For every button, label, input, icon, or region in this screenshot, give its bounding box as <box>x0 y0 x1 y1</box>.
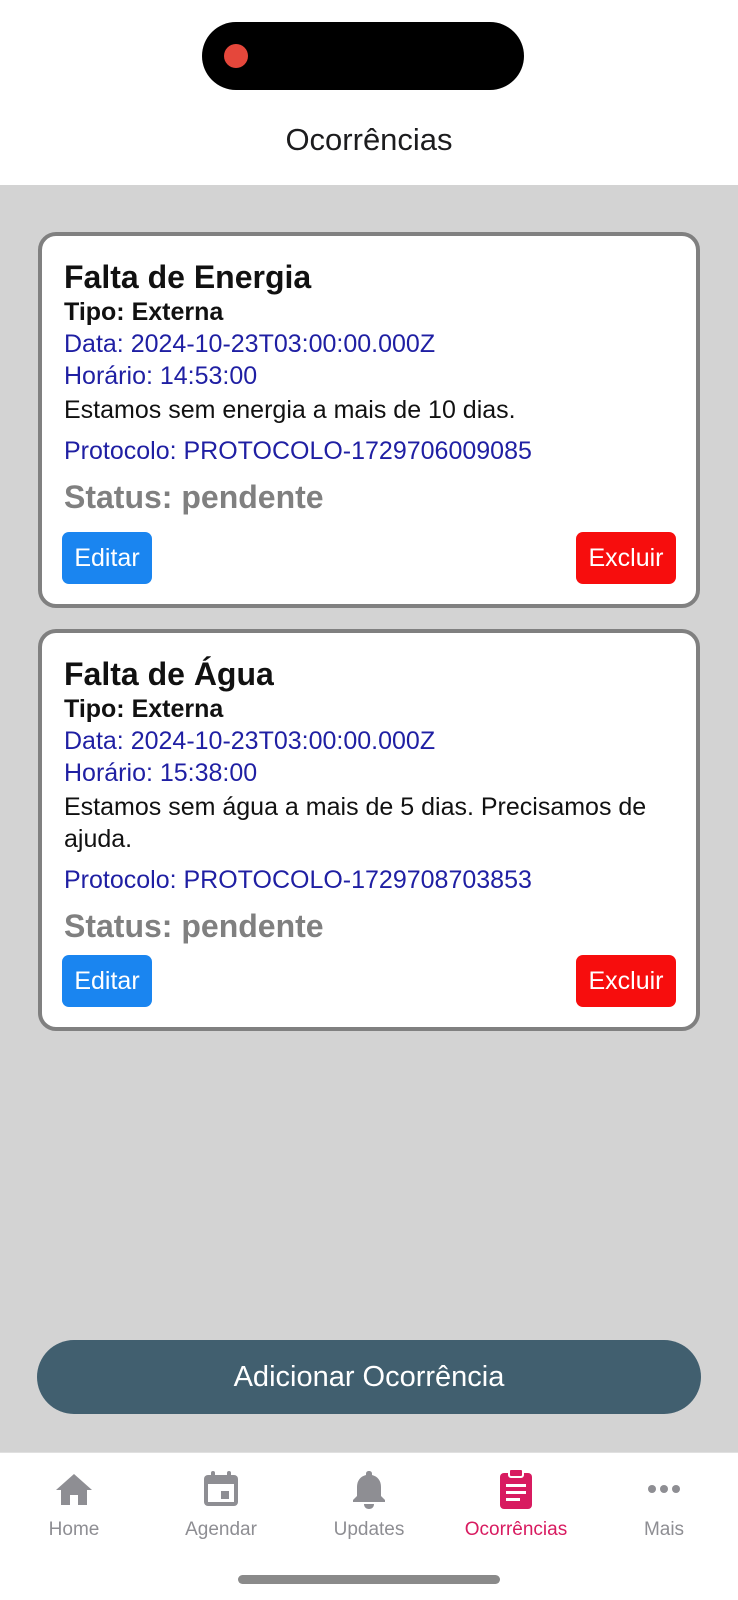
tab-ocorrencias[interactable]: Ocorrências <box>442 1453 590 1563</box>
occurrence-type: Tipo: Externa <box>64 298 224 326</box>
occurrence-protocol: Protocolo: PROTOCOLO-1729706009085 <box>64 437 532 465</box>
tab-label: Updates <box>333 1519 405 1540</box>
occurrence-status: Status: pendente <box>64 479 324 515</box>
home-indicator[interactable] <box>238 1575 500 1584</box>
tab-mais[interactable]: Mais <box>590 1453 738 1563</box>
page-title: Ocorrências <box>285 122 453 157</box>
occurrence-time: Horário: 14:53:00 <box>64 362 258 390</box>
recording-indicator-icon <box>224 44 248 68</box>
delete-button[interactable]: Excluir <box>576 955 676 1007</box>
clipboard-icon <box>500 1468 532 1509</box>
occurrence-protocol: Protocolo: PROTOCOLO-1729708703853 <box>64 866 532 894</box>
occurrence-list[interactable]: Falta de Energia Tipo: Externa Data: 202… <box>0 185 738 1452</box>
occurrence-description: Estamos sem água a mais de 5 dias. Preci… <box>64 793 647 853</box>
edit-button[interactable]: Editar <box>62 532 152 584</box>
occurrence-time: Horário: 15:38:00 <box>64 759 258 787</box>
occurrence-card: Falta de Água Tipo: Externa Data: 2024-1… <box>38 629 700 1031</box>
bell-icon <box>353 1471 385 1509</box>
occurrence-type: Tipo: Externa <box>64 695 224 723</box>
delete-button[interactable]: Excluir <box>576 532 676 584</box>
tab-label: Home <box>48 1519 100 1540</box>
occurrence-date: Data: 2024-10-23T03:00:00.000Z <box>64 330 436 358</box>
add-occurrence-button[interactable]: Adicionar Ocorrência <box>37 1340 701 1414</box>
home-icon <box>56 1474 92 1505</box>
more-icon <box>648 1485 680 1493</box>
edit-button[interactable]: Editar <box>62 955 152 1007</box>
occurrence-card: Falta de Energia Tipo: Externa Data: 202… <box>38 232 700 608</box>
tab-updates[interactable]: Updates <box>295 1453 443 1563</box>
occurrence-title: Falta de Energia <box>64 259 312 295</box>
tab-home[interactable]: Home <box>0 1453 148 1563</box>
calendar-icon <box>204 1471 238 1506</box>
occurrence-description: Estamos sem energia a mais de 10 dias. <box>64 396 516 424</box>
status-bar: Ocorrências <box>0 0 738 185</box>
occurrence-date: Data: 2024-10-23T03:00:00.000Z <box>64 727 436 755</box>
tab-label: Ocorrências <box>464 1519 568 1540</box>
dynamic-island <box>202 22 524 90</box>
tab-agendar[interactable]: Agendar <box>147 1453 295 1563</box>
tab-label: Agendar <box>185 1519 257 1540</box>
tab-label: Mais <box>643 1519 685 1540</box>
occurrence-status: Status: pendente <box>64 908 324 944</box>
occurrence-title: Falta de Água <box>64 656 274 692</box>
